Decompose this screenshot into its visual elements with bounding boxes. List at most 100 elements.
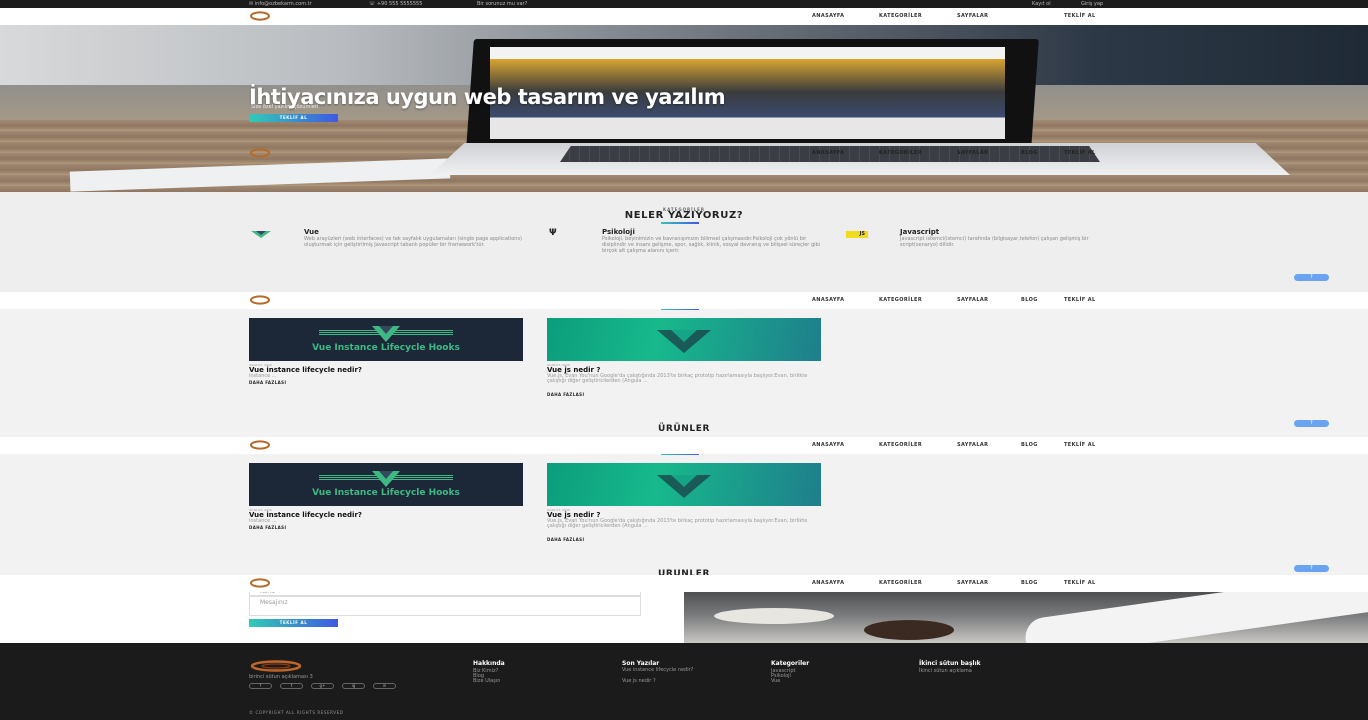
nav-home[interactable]: ANASAYFA — [812, 580, 844, 586]
nav-categories[interactable]: KATEGORİLER — [879, 442, 922, 448]
scroll-top-button[interactable]: ↑ — [1294, 274, 1329, 281]
twitter-icon[interactable]: t — [280, 683, 303, 689]
register-link[interactable]: Kayıt ol — [1032, 0, 1051, 8]
read-more-link[interactable]: DAHA FAZLASI — [547, 392, 584, 397]
nav-pages[interactable]: SAYFALAR — [957, 580, 988, 586]
nav-pages[interactable]: SAYFALAR — [957, 297, 988, 303]
category-title-vue[interactable]: Vue — [304, 228, 319, 236]
footer-logo-icon[interactable] — [249, 660, 304, 672]
nav-categories[interactable]: KATEGORİLER — [879, 580, 922, 586]
js-icon: JS — [846, 231, 868, 238]
vue-logo-inner — [379, 471, 393, 479]
footer-second-text: İkinci sütun açıklama — [919, 668, 972, 674]
contact-quote-button[interactable]: TEKLİF AL — [249, 619, 338, 627]
nav-quote[interactable]: TEKLİF AL — [1064, 442, 1096, 448]
nav-quote[interactable]: TEKLİF AL — [1064, 13, 1096, 19]
brand-logo-icon[interactable] — [249, 578, 271, 588]
brand-logo-icon[interactable] — [249, 11, 271, 21]
person-arm — [1022, 590, 1368, 643]
footer-about-heading: Hakkında — [473, 660, 505, 667]
top-bar: ✉ info@ozbekarm.com.tr ☏ +90 555 5555555… — [0, 0, 1368, 8]
products-heading: ÜRÜNLER — [657, 424, 711, 434]
facebook-icon[interactable]: f — [249, 683, 272, 689]
footer-second-heading: İkinci sütun başlık — [919, 660, 981, 667]
read-more-link[interactable]: DAHA FAZLASI — [249, 525, 286, 530]
phone-text[interactable]: ☏ +90 555 5555555 — [369, 0, 422, 8]
sticky-navbar-blog: ANASAYFA KATEGORİLER SAYFALAR BLOG TEKLİ… — [0, 292, 1368, 309]
post-excerpt: instance ... — [249, 373, 277, 379]
vue-icon — [251, 231, 271, 238]
sticky-navbar-hero: ANASAYFA KATEGORİLER SAYFALAR BLOG TEKLİ… — [0, 145, 1368, 162]
footer-link[interactable]: Vue instance lifecycle nedir? — [622, 668, 747, 673]
category-text-vue: Web arayüzleri (web interfaces) ve tek s… — [304, 236, 523, 248]
footer-tagline: birinci sütun açıklaması 3 — [249, 674, 313, 680]
hero-quote-button[interactable]: TEKLİF AL — [249, 114, 338, 122]
hero-title: İhtiyacınıza uygun web tasarım ve yazılı… — [249, 85, 726, 109]
nav-categories[interactable]: KATEGORİLER — [879, 297, 922, 303]
post-excerpt: Vue.js, Evan You'nun Google'da çalıştığı… — [547, 373, 808, 384]
brand-logo-icon[interactable] — [249, 440, 271, 450]
vue-logo-inner — [671, 475, 697, 487]
heading-underline — [661, 222, 699, 224]
scroll-top-button[interactable]: ↑ — [1294, 565, 1329, 572]
brand-logo-icon[interactable] — [249, 148, 271, 158]
linkedin-icon[interactable]: in — [373, 683, 396, 689]
post-thumbnail[interactable] — [547, 463, 821, 506]
post-thumbnail[interactable] — [547, 318, 821, 361]
category-title-javascript[interactable]: Javascript — [900, 228, 939, 236]
post-excerpt: instance ... — [249, 518, 277, 524]
read-more-link[interactable]: DAHA FAZLASI — [547, 537, 584, 542]
category-text-javascript: Javascript istemci(istemci) tarafında (b… — [900, 236, 1089, 248]
footer: birinci sütun açıklaması 3 f t g+ ig in … — [0, 643, 1368, 720]
login-link[interactable]: Giriş yap — [1081, 0, 1103, 8]
post-thumbnail[interactable]: Vue Instance Lifecycle Hooks — [249, 318, 523, 361]
nav-categories[interactable]: KATEGORİLER — [879, 13, 922, 19]
footer-link[interactable]: Bize Ulaşın — [473, 678, 500, 684]
category-title-psychology[interactable]: Psikoloji — [602, 228, 635, 236]
nav-categories[interactable]: KATEGORİLER — [879, 150, 922, 156]
vue-logo-inner — [671, 330, 697, 342]
sticky-navbar-contact: ANASAYFA KATEGORİLER SAYFALAR BLOG TEKLİ… — [0, 575, 1368, 592]
message-field[interactable]: Mesajınız — [249, 596, 641, 616]
thumbnail-caption: Vue Instance Lifecycle Hooks — [312, 488, 460, 498]
copyright-text: © COPYRIGHT ALL RIGHTS RESERVED — [249, 710, 344, 715]
nav-home[interactable]: ANASAYFA — [812, 442, 844, 448]
google-plus-icon[interactable]: g+ — [311, 683, 334, 689]
coffee-cup — [864, 620, 954, 640]
nav-blog[interactable]: BLOG — [1021, 442, 1038, 448]
category-text-psychology: Psikoloji, beyinimizin ve bavranışımızın… — [602, 236, 821, 254]
thumbnail-caption: Vue Instance Lifecycle Hooks — [312, 343, 460, 353]
nav-home[interactable]: ANASAYFA — [812, 150, 844, 156]
question-text: Bir sorunuz mu var? — [477, 1, 528, 7]
contact-image — [684, 590, 1368, 643]
nav-home[interactable]: ANASAYFA — [812, 297, 844, 303]
categories-heading: NELER YAZIYORUZ? — [624, 210, 744, 221]
post-excerpt: Vue.js, Evan You'nun Google'da çalıştığı… — [547, 518, 808, 529]
nav-pages[interactable]: SAYFALAR — [957, 150, 988, 156]
nav-blog[interactable]: BLOG — [1021, 580, 1038, 586]
email-text[interactable]: ✉ info@ozbekarm.com.tr — [249, 0, 312, 8]
footer-categories-heading: Kategoriler — [771, 660, 810, 667]
coffee-saucer — [714, 608, 834, 624]
nav-blog[interactable]: BLOG — [1021, 297, 1038, 303]
sticky-navbar-products: ANASAYFA KATEGORİLER SAYFALAR BLOG TEKLİ… — [0, 437, 1368, 454]
hero-subtitle: Size özel yazılım çözümleri — [251, 104, 319, 110]
nav-pages[interactable]: SAYFALAR — [957, 13, 988, 19]
nav-quote[interactable]: TEKLİF AL — [1064, 150, 1096, 156]
main-navbar: ANASAYFA KATEGORİLER SAYFALAR TEKLİF AL — [0, 8, 1368, 25]
read-more-link[interactable]: DAHA FAZLASI — [249, 380, 286, 385]
psi-icon: Ψ — [549, 228, 557, 238]
nav-quote[interactable]: TEKLİF AL — [1064, 297, 1096, 303]
nav-home[interactable]: ANASAYFA — [812, 13, 844, 19]
nav-pages[interactable]: SAYFALAR — [957, 442, 988, 448]
brand-logo-icon[interactable] — [249, 295, 271, 305]
footer-recent-heading: Son Yazılar — [622, 660, 660, 667]
scroll-top-button[interactable]: ↑ — [1294, 420, 1329, 427]
instagram-icon[interactable]: ig — [342, 683, 365, 689]
vue-logo-inner — [379, 326, 393, 334]
nav-quote[interactable]: TEKLİF AL — [1064, 580, 1096, 586]
footer-link[interactable]: Vue js nedir ? — [622, 678, 656, 684]
nav-blog[interactable]: BLOG — [1021, 150, 1038, 156]
post-thumbnail[interactable]: Vue Instance Lifecycle Hooks — [249, 463, 523, 506]
footer-link[interactable]: Vue — [771, 678, 780, 684]
